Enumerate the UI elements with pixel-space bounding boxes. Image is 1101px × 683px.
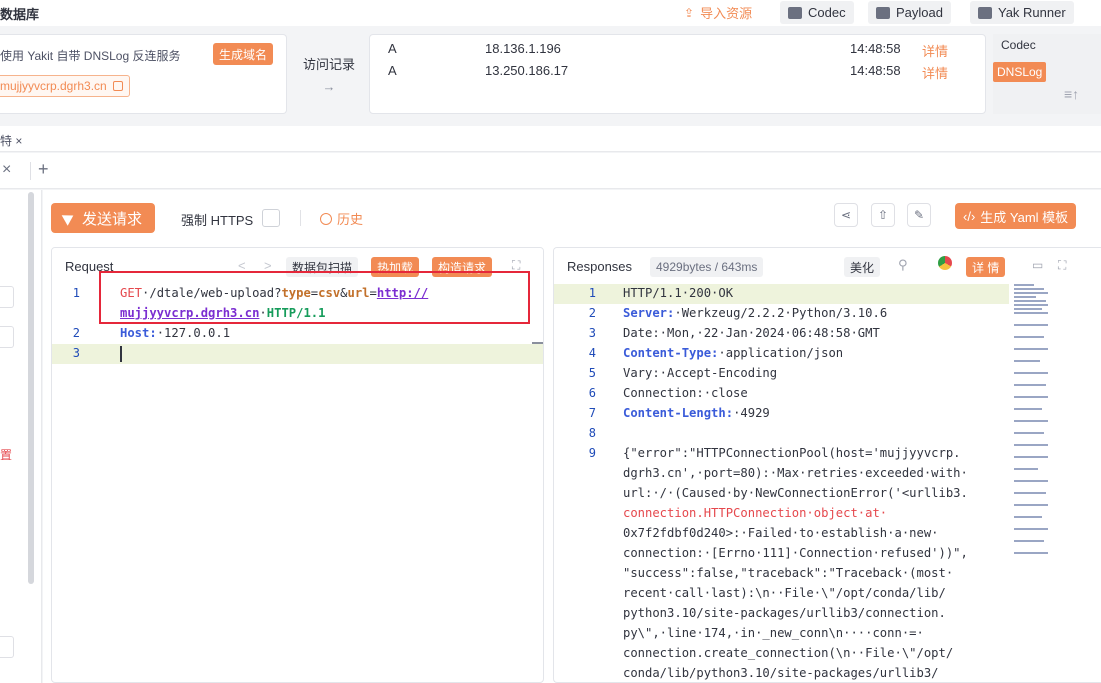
share-icon[interactable]: ⋖ (834, 203, 858, 227)
add-tab-icon[interactable]: + (38, 159, 49, 180)
collapse-icon[interactable]: ≡↑ (1064, 86, 1079, 102)
code-line: 1 HTTP/1.1·200·OK (554, 284, 1009, 304)
scroll-marker (532, 342, 543, 344)
detail-button[interactable]: 详 情 (966, 257, 1006, 277)
sidebar-input[interactable] (0, 636, 14, 658)
generate-yaml-button[interactable]: ‹/› 生成 Yaml 模板 (955, 203, 1077, 229)
divider (300, 210, 301, 226)
generate-domain-button[interactable]: 生成域名 (213, 43, 274, 65)
divider (30, 162, 31, 180)
code-line: connection.create_connection(\n··File·\"… (623, 646, 954, 660)
edit-icon[interactable]: ✎ (907, 203, 931, 227)
response-size-badge: 4929bytes / 643ms (650, 257, 764, 277)
visit-records-label: 访问记录 → (303, 57, 356, 94)
sidebar-warning-text: 置 (0, 448, 13, 462)
history-button[interactable]: 历史 (320, 209, 363, 228)
code-minimap[interactable] (1014, 284, 1050, 584)
code-line: python3.10/site-packages/urllib3/connect… (623, 606, 946, 620)
codec-button[interactable]: Codec (780, 1, 854, 24)
left-sidebar (0, 190, 42, 683)
code-line: conda/lib/python3.10/site-packages/urlli… (623, 666, 939, 680)
code-icon: ‹/› (963, 208, 976, 224)
payload-icon (876, 6, 890, 19)
text-cursor (120, 346, 122, 362)
send-icon (61, 210, 77, 226)
import-icon: ⇪ (684, 5, 695, 20)
detail-link[interactable]: 详情 (922, 63, 948, 82)
code-line: 2 Host:·127.0.0.1 (72, 326, 231, 340)
search-icon[interactable]: ⚲ (898, 257, 908, 273)
fullscreen-icon[interactable]: ⛶ (1058, 258, 1066, 273)
payload-button[interactable]: Payload (868, 1, 951, 24)
dnslog-description: 使用 Yakit 自带 DNSLog 反连服务 (0, 49, 181, 63)
top-bar: 数据库 ⇪ 导入资源 Codec Payload Yak Runner (0, 0, 1101, 26)
codec-icon (788, 6, 802, 19)
page-title: 数据库 (0, 7, 40, 22)
import-resource-button[interactable]: ⇪ 导入资源 (676, 1, 760, 24)
side-tab-codec[interactable]: Codec (1001, 38, 1036, 52)
copy-icon[interactable] (112, 81, 123, 91)
code-line: recent·call·last):\n··File·\"/opt/conda/… (623, 586, 946, 600)
response-title: Responses (567, 259, 633, 274)
sidebar-scrollbar[interactable] (28, 192, 34, 584)
comment-icon[interactable]: ▭ (1032, 258, 1043, 272)
dnslog-domain-field[interactable]: mujjyyvcrp.dgrh3.cn (0, 75, 130, 97)
beautify-button[interactable]: 美化 (844, 257, 881, 277)
force-https-switch[interactable] (262, 209, 280, 227)
arrow-right-icon: → (322, 79, 336, 94)
tab-bar-primary: 特 × (0, 126, 1101, 152)
send-request-button[interactable]: 发送请求 (51, 203, 156, 233)
sidebar-input[interactable] (0, 326, 14, 348)
tab-item[interactable]: 特 × (0, 132, 22, 149)
close-tab-icon[interactable]: × (2, 161, 11, 179)
export-icon[interactable]: ⇧ (871, 203, 895, 227)
force-https-label: 强制 HTTPS (181, 213, 254, 228)
sidebar-input[interactable] (0, 286, 14, 308)
detail-link[interactable]: 详情 (922, 41, 948, 60)
tab-bar-secondary: × + (0, 153, 1101, 189)
response-viewer[interactable]: Responses 4929bytes / 643ms 美化 ⚲ 详 情 ▭ ⛶… (553, 247, 1101, 683)
side-tab-dnslog[interactable]: DNSLog (993, 62, 1047, 82)
code-line: py\",·line·174,·in·_new_conn\n····conn·=… (623, 626, 924, 640)
table-row: A 13.250.186.17 14:48:58 详情 (388, 63, 949, 82)
dnslog-records-table: A 18.136.1.196 14:48:58 详情 A 13.250.186.… (369, 34, 986, 114)
chrome-icon[interactable] (938, 256, 952, 270)
table-row: A 18.136.1.196 14:48:58 详情 (388, 41, 949, 60)
code-line-active: 3 (52, 344, 543, 364)
highlight-annotation (99, 271, 530, 324)
clock-icon (320, 212, 332, 225)
terminal-icon (978, 6, 992, 19)
response-header: Responses 4929bytes / 643ms 美化 ⚲ 详 情 ▭ ⛶ (554, 248, 1101, 280)
yak-runner-button[interactable]: Yak Runner (970, 1, 1074, 24)
